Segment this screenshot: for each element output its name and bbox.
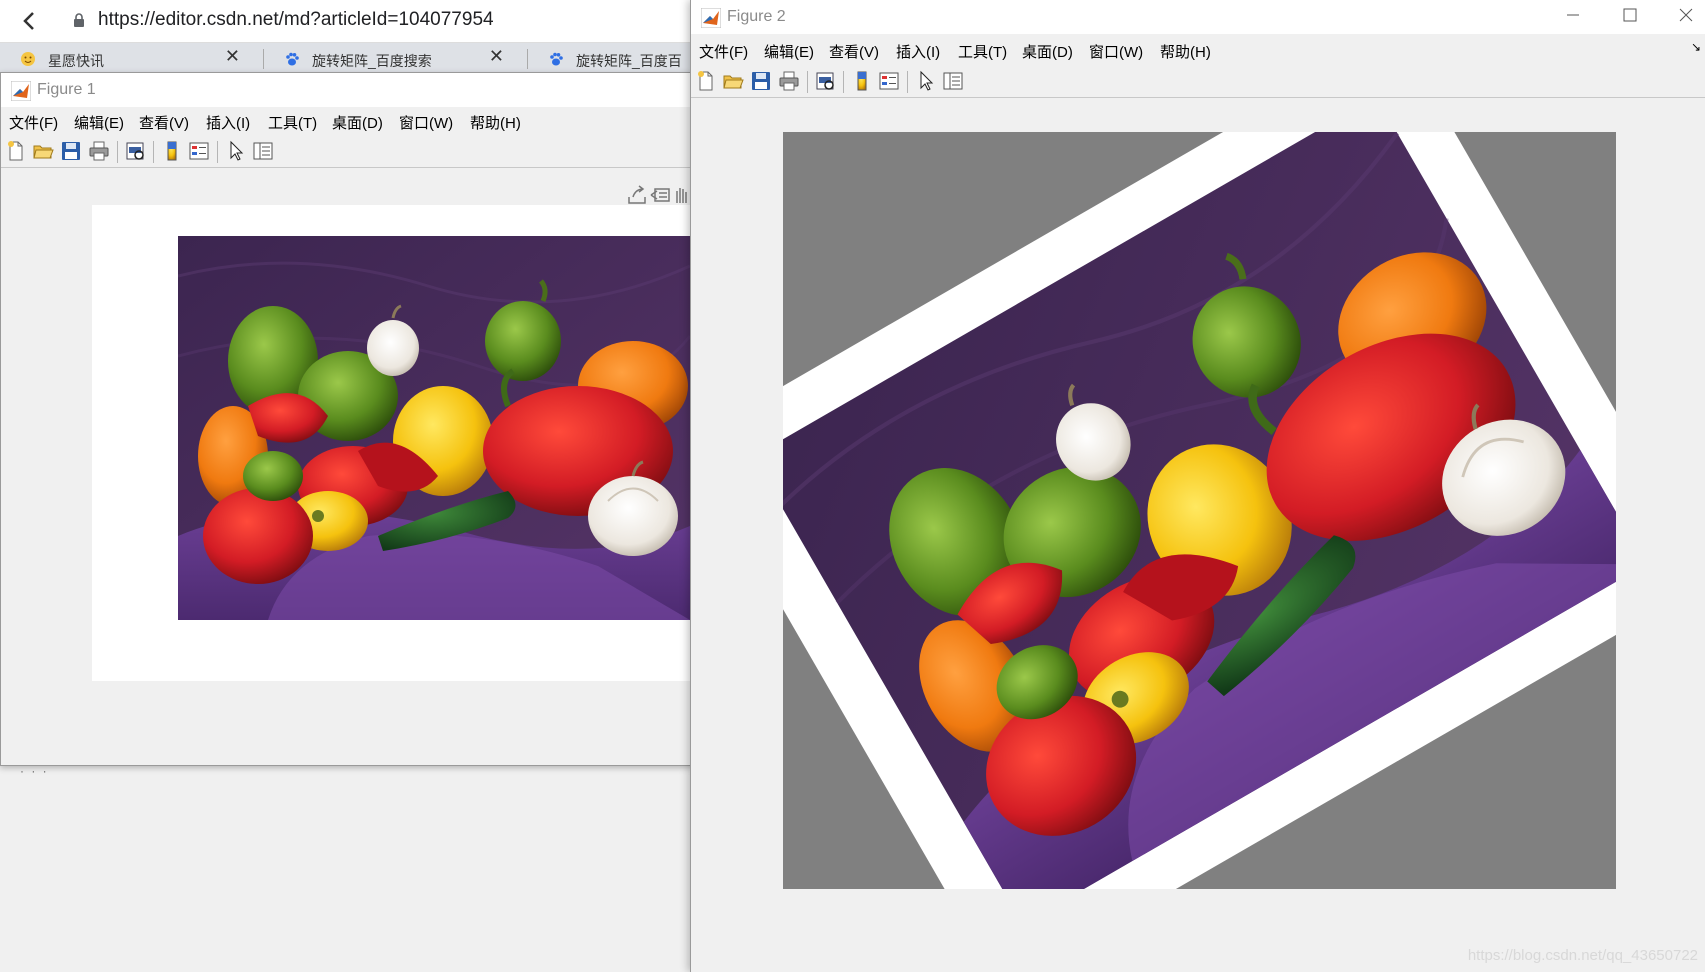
menu-window[interactable]: 窗口(W)	[1089, 41, 1143, 62]
close-window-icon[interactable]	[1666, 6, 1705, 27]
figure2-menubar: 文件(F) 编辑(E) 查看(V) 插入(I) 工具(T) 桌面(D) 窗口(W…	[691, 36, 1705, 64]
menu-view[interactable]: 查看(V)	[829, 41, 879, 62]
menu-edit[interactable]: 编辑(E)	[764, 41, 814, 62]
menu-desktop[interactable]: 桌面(D)	[332, 112, 383, 133]
toolbar-separator	[117, 141, 118, 163]
legend-icon[interactable]	[188, 140, 210, 162]
print-icon[interactable]	[88, 140, 110, 162]
tab-label: 旋转矩阵_百度百	[576, 53, 682, 69]
url-text[interactable]: https://editor.csdn.net/md?articleId=104…	[98, 9, 494, 31]
save-icon[interactable]	[60, 140, 82, 162]
maximize-icon[interactable]	[1610, 6, 1650, 27]
tab-label: 旋转矩阵_百度搜索	[312, 53, 432, 69]
toolbar-separator	[153, 141, 154, 163]
figure1-menubar: 文件(F) 编辑(E) 查看(V) 插入(I) 工具(T) 桌面(D) 窗口(W…	[1, 107, 692, 135]
open-folder-icon[interactable]	[722, 70, 744, 92]
toolbar-separator	[807, 71, 808, 93]
pan-hand-icon[interactable]	[676, 188, 687, 203]
menu-insert[interactable]: 插入(I)	[896, 41, 940, 62]
menu-edit[interactable]: 编辑(E)	[74, 112, 124, 133]
matlab-logo-icon	[701, 8, 721, 28]
brush-icon[interactable]	[650, 188, 670, 202]
figure2-toolbar	[691, 65, 1705, 98]
property-inspector-icon[interactable]	[252, 140, 274, 162]
toolbar-separator	[907, 71, 908, 93]
pointer-icon[interactable]	[225, 140, 247, 162]
export-icon[interactable]	[628, 185, 646, 204]
star-smiley-icon	[21, 52, 35, 66]
new-file-icon[interactable]	[5, 140, 27, 162]
colorbar-icon[interactable]	[161, 140, 183, 162]
menu-help[interactable]: 帮助(H)	[470, 112, 521, 133]
open-folder-icon[interactable]	[32, 140, 54, 162]
menu-desktop[interactable]: 桌面(D)	[1022, 41, 1073, 62]
print-icon[interactable]	[778, 70, 800, 92]
print-preview-icon[interactable]	[124, 140, 146, 162]
close-icon[interactable]: ✕	[225, 46, 240, 67]
browser-tab-xingyuan[interactable]: 星愿快讯 ✕	[0, 43, 262, 73]
figure1-titlebar[interactable]: Figure 1	[1, 73, 692, 107]
peppers-image	[178, 236, 690, 620]
menu-tools[interactable]: 工具(T)	[958, 41, 1007, 62]
browser-tab-baidu-search[interactable]: 旋转矩阵_百度搜索 ✕	[264, 43, 526, 73]
lock-icon	[74, 13, 84, 27]
toolbar-separator	[217, 141, 218, 163]
baidu-paw-icon	[286, 52, 299, 66]
save-icon[interactable]	[750, 70, 772, 92]
figure1-title: Figure 1	[37, 81, 96, 98]
figure2-title: Figure 2	[727, 8, 786, 25]
matlab-logo-icon	[11, 81, 31, 101]
new-file-icon[interactable]	[695, 70, 717, 92]
back-arrow-icon[interactable]	[18, 9, 42, 33]
menu-file[interactable]: 文件(F)	[699, 41, 748, 62]
axes-toolbar	[627, 183, 687, 212]
menu-help[interactable]: 帮助(H)	[1160, 41, 1211, 62]
tab-label: 星愿快讯	[48, 53, 104, 69]
dock-arrow-icon[interactable]: ↘	[1691, 40, 1701, 54]
menu-tools[interactable]: 工具(T)	[268, 112, 317, 133]
figure2-titlebar[interactable]: Figure 2	[691, 0, 1705, 34]
editor-ellipsis: · · ·	[20, 764, 49, 778]
toolbar-separator	[843, 71, 844, 93]
menu-insert[interactable]: 插入(I)	[206, 112, 250, 133]
legend-icon[interactable]	[878, 70, 900, 92]
menu-view[interactable]: 查看(V)	[139, 112, 189, 133]
print-preview-icon[interactable]	[814, 70, 836, 92]
figure2-window: Figure 2 文件(F) 编辑(E) 查看(V) 插入(I) 工具(T) 桌…	[690, 0, 1705, 972]
figure1-toolbar	[1, 135, 692, 168]
minimize-icon[interactable]	[1553, 6, 1593, 27]
menu-window[interactable]: 窗口(W)	[399, 112, 453, 133]
rotated-image-axes	[783, 132, 1616, 889]
close-icon[interactable]: ✕	[489, 46, 504, 67]
colorbar-icon[interactable]	[851, 70, 873, 92]
figure1-window: Figure 1 文件(F) 编辑(E) 查看(V) 插入(I) 工具(T) 桌…	[0, 72, 693, 766]
watermark-text: https://blog.csdn.net/qq_43650722	[1467, 947, 1698, 964]
pointer-icon[interactable]	[915, 70, 937, 92]
menu-file[interactable]: 文件(F)	[9, 112, 58, 133]
baidu-paw-icon	[550, 52, 563, 66]
property-inspector-icon[interactable]	[942, 70, 964, 92]
